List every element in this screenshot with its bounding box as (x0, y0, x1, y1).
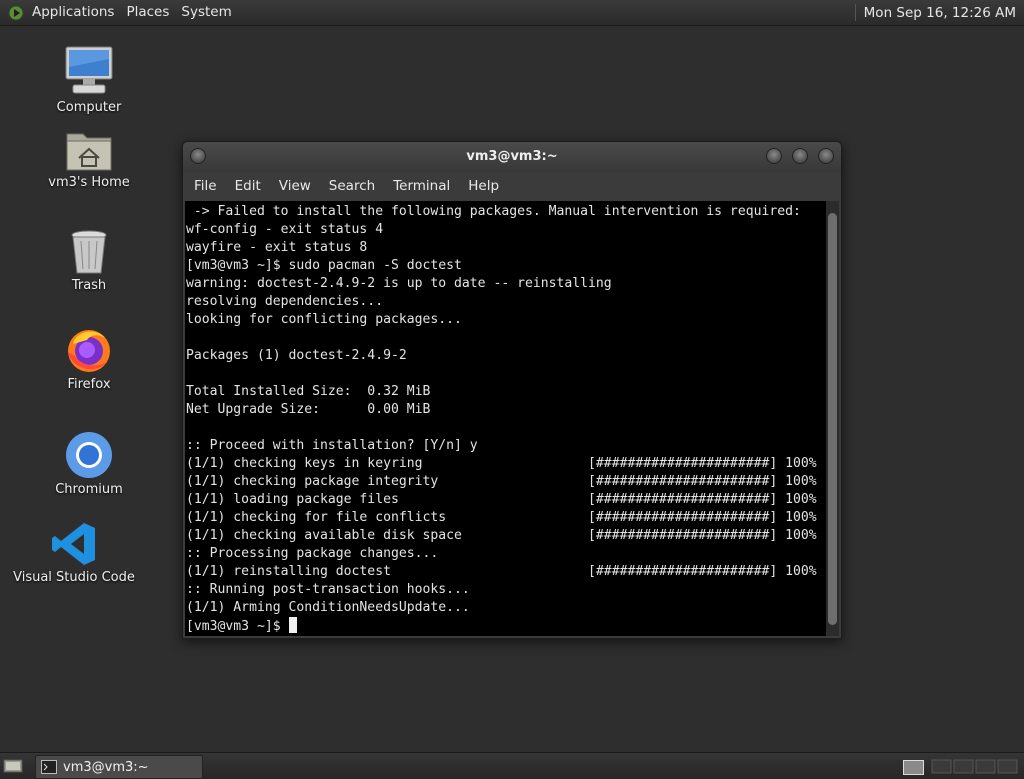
trash-icon (71, 230, 107, 274)
terminal-prompt[interactable]: [vm3@vm3 ~]$ (186, 619, 288, 634)
firefox-icon (68, 330, 110, 372)
terminal-window[interactable]: vm3@vm3:~ File Edit View Search Terminal… (182, 141, 842, 639)
terminal-line: (1/1) loading package files [###########… (186, 492, 817, 507)
desktop-icon-label: vm3's Home (48, 175, 130, 190)
menu-system[interactable]: System (175, 0, 237, 25)
terminal-scrollbar[interactable] (826, 201, 839, 636)
terminal-line: Net Upgrade Size: 0.00 MiB (186, 402, 431, 417)
home-folder-icon (66, 133, 112, 171)
terminal-line: [vm3@vm3 ~]$ sudo pacman -S doctest (186, 258, 462, 273)
terminal-icon (41, 760, 57, 774)
menu-applications[interactable]: Applications (26, 0, 120, 25)
menu-file[interactable]: File (183, 178, 226, 194)
window-title: vm3@vm3:~ (466, 149, 558, 164)
desktop-icon-label: Visual Studio Code (13, 570, 135, 585)
menu-search[interactable]: Search (320, 178, 384, 194)
menu-edit[interactable]: Edit (226, 178, 270, 194)
window-menubar: File Edit View Search Terminal Help (183, 172, 841, 200)
bottom-panel: vm3@vm3:~ (0, 752, 1024, 779)
terminal-line: (1/1) checking available disk space [###… (186, 528, 817, 543)
desktop-icon-trash[interactable]: Trash (24, 229, 154, 293)
terminal-output[interactable]: -> Failed to install the following packa… (185, 201, 826, 636)
terminal-line: Total Installed Size: 0.32 MiB (186, 384, 431, 399)
mate-logo-icon[interactable] (8, 5, 24, 21)
desktop-icon-firefox[interactable]: Firefox (24, 326, 154, 392)
terminal-line: wayfire - exit status 8 (186, 240, 368, 255)
window-titlebar[interactable]: vm3@vm3:~ (183, 142, 841, 172)
panel-separator (854, 4, 856, 21)
terminal-line: :: Proceed with installation? [Y/n] y (186, 438, 478, 453)
desktop-icon-label: Chromium (55, 482, 123, 497)
desktop-icon-vscode[interactable]: Visual Studio Code (9, 521, 139, 585)
top-panel: Applications Places System Mon Sep 16, 1… (0, 0, 1024, 26)
workspace-switcher[interactable] (930, 753, 1020, 779)
maximize-button[interactable] (792, 148, 808, 164)
desktop-icon-label: Trash (71, 278, 107, 293)
menu-places[interactable]: Places (120, 0, 175, 25)
desktop-icon-home[interactable]: vm3's Home (24, 128, 154, 190)
terminal-line: :: Running post-transaction hooks... (186, 582, 470, 597)
clock-area: Mon Sep 16, 12:26 AM (854, 0, 1024, 25)
menu-terminal[interactable]: Terminal (384, 178, 459, 194)
chromium-icon (66, 432, 112, 478)
vscode-icon (52, 523, 95, 565)
clock[interactable]: Mon Sep 16, 12:26 AM (864, 5, 1024, 21)
menu-view[interactable]: View (270, 178, 320, 194)
desktop-icon-computer[interactable]: Computer (24, 45, 154, 115)
terminal-line: (1/1) Arming ConditionNeedsUpdate... (186, 600, 470, 615)
terminal-line: :: Processing package changes... (186, 546, 439, 561)
terminal-line: -> Failed to install the following packa… (186, 204, 801, 219)
computer-icon (65, 46, 113, 94)
terminal-line: resolving dependencies... (186, 294, 384, 309)
minimize-button[interactable] (766, 148, 782, 164)
menu-help[interactable]: Help (459, 178, 508, 194)
desktop-icon-chromium[interactable]: Chromium (24, 431, 154, 497)
terminal-line: (1/1) checking package integrity [######… (186, 474, 817, 489)
show-desktop-icon[interactable] (3, 758, 23, 774)
close-button[interactable] (818, 148, 834, 164)
terminal-line: Packages (1) doctest-2.4.9-2 (186, 348, 407, 363)
terminal-text: -> Failed to install the following packa… (185, 201, 826, 636)
terminal-line: wf-config - exit status 4 (186, 222, 384, 237)
terminal-line: (1/1) checking keys in keyring [########… (186, 456, 817, 471)
terminal-line: warning: doctest-2.4.9-2 is up to date -… (186, 276, 612, 291)
terminal-line: (1/1) reinstalling doctest [############… (186, 564, 817, 579)
desktop-icon-label: Firefox (67, 377, 111, 392)
workspace-1[interactable] (903, 760, 924, 775)
terminal-line: looking for conflicting packages... (186, 312, 462, 327)
top-menu: Applications Places System (0, 0, 238, 25)
scrollbar-thumb[interactable] (828, 213, 837, 625)
taskbar-item-terminal[interactable]: vm3@vm3:~ (35, 755, 203, 779)
taskbar-item-label: vm3@vm3:~ (63, 759, 149, 775)
terminal-cursor (289, 617, 298, 633)
desktop-icon-label: Computer (56, 100, 122, 115)
terminal-line: (1/1) checking for file conflicts [#####… (186, 510, 817, 525)
